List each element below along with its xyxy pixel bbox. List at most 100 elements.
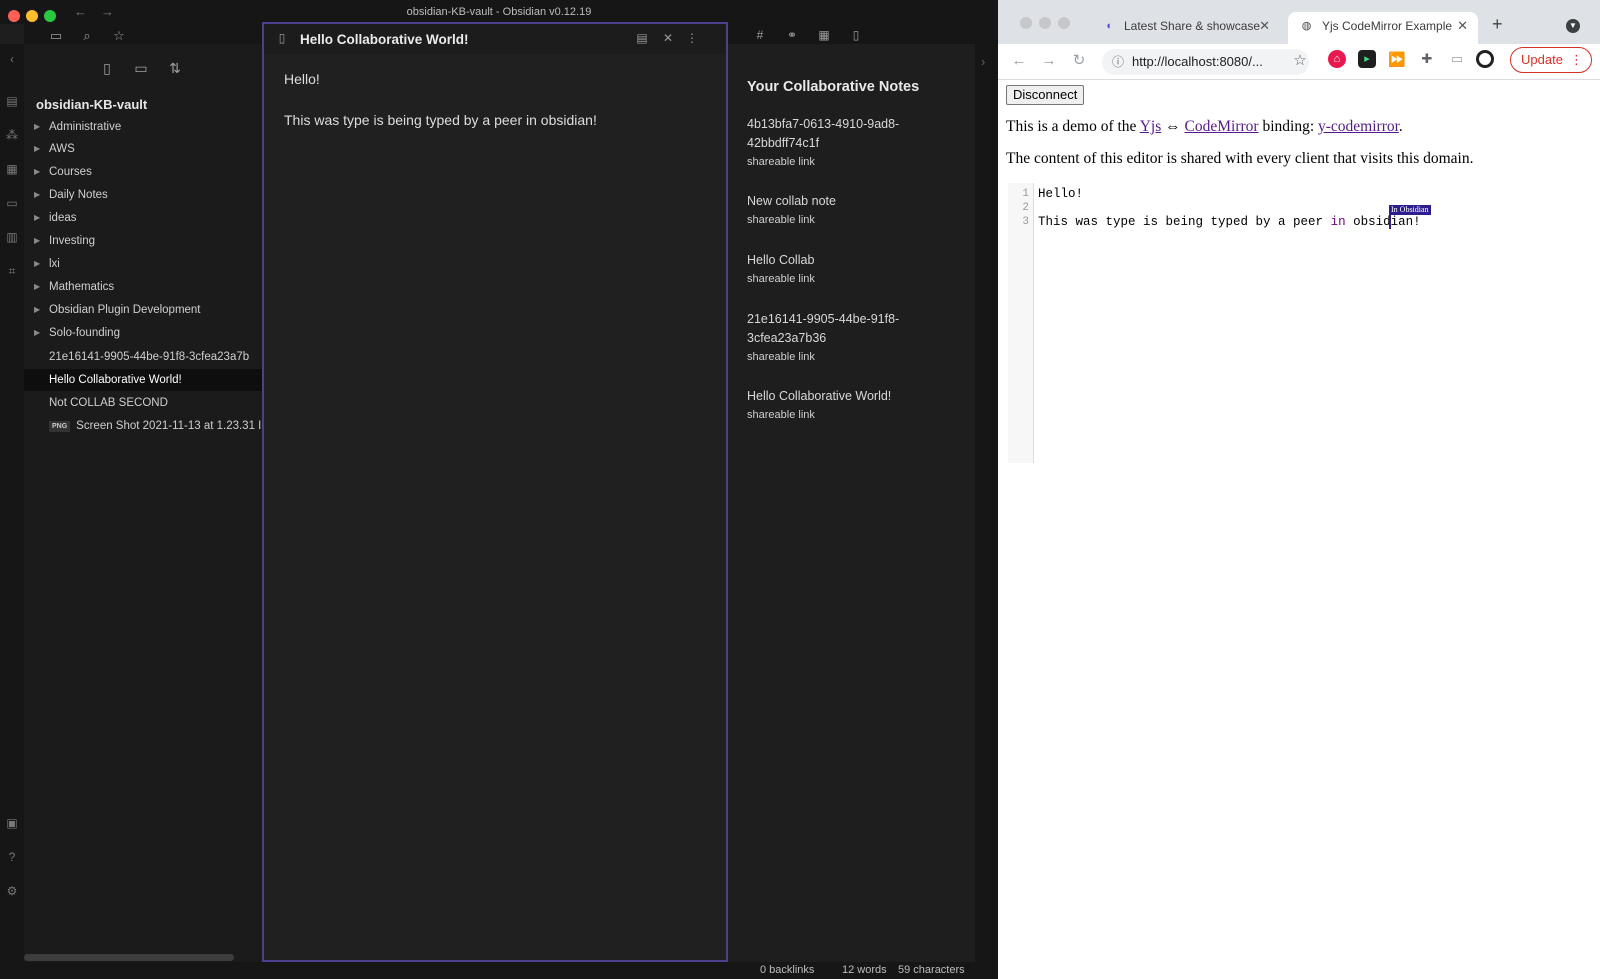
cast-icon[interactable]: ▭ (1448, 50, 1466, 68)
file-item[interactable]: PNG Screen Shot 2021-11-13 at 1.23.31 I (24, 415, 262, 437)
close-tab-icon[interactable]: ✕ (1457, 12, 1468, 40)
new-note-icon[interactable]: ▯ (98, 60, 116, 78)
codemirror-editor[interactable]: 1 2 3 Hello! This was type is being type… (1008, 183, 1588, 463)
calendar-icon[interactable]: ▦ (816, 28, 832, 44)
extension-green-icon[interactable]: ▸ (1358, 50, 1376, 68)
site-info-icon[interactable]: ⓘ (1112, 49, 1124, 75)
file-item-active[interactable]: Hello Collaborative World! (24, 369, 262, 391)
kanban-icon[interactable]: ▥ (5, 230, 19, 244)
collab-note-title[interactable]: 21e16141-9905-44be-91f8-3cfea23a7b36 (747, 310, 967, 348)
file-item[interactable]: Not COLLAB SECOND (24, 392, 262, 414)
new-folder-icon[interactable]: ▭ (132, 60, 150, 78)
open-vault-icon[interactable]: ▣ (5, 816, 19, 830)
close-tab-icon[interactable]: ✕ (1259, 12, 1270, 40)
folder-label: ideas (49, 212, 77, 224)
search-icon[interactable]: ⌕ (79, 28, 95, 44)
line-number: 1 (1022, 188, 1029, 200)
shareable-link[interactable]: shareable link (747, 214, 815, 226)
update-button[interactable]: Update ⋮ (1510, 47, 1592, 73)
folder-label: Investing (49, 235, 96, 247)
collab-notes-icon[interactable]: ▯ (848, 28, 864, 44)
obsidian-window: ←→ obsidian-KB-vault - Obsidian v0.12.19… (0, 0, 998, 979)
file-label: Hello Collaborative World! (49, 374, 182, 386)
codemirror-link[interactable]: CodeMirror (1185, 118, 1259, 135)
collapse-sidebar-icon[interactable]: ‹ (5, 52, 19, 66)
folder-label: Obsidian Plugin Development (49, 304, 201, 316)
collab-note-title[interactable]: Hello Collaborative World! (747, 387, 967, 406)
code-line[interactable]: Hello! (1038, 187, 1083, 201)
tab-search-icon[interactable]: ▼ (1566, 19, 1580, 33)
bookmark-star-icon[interactable]: ☆ (1291, 52, 1309, 70)
forward-icon[interactable]: → (1040, 52, 1058, 70)
yjs-link[interactable]: Yjs (1140, 118, 1162, 135)
caret-right-icon: ▶ (34, 328, 41, 337)
collapse-right-sidebar-icon[interactable]: › (981, 54, 985, 69)
folder-item[interactable]: ▶ Daily Notes (24, 184, 262, 206)
settings-gear-icon[interactable]: ⚙ (5, 884, 19, 898)
shareable-link[interactable]: shareable link (747, 156, 815, 168)
file-label: 21e16141-9905-44be-91f8-3cfea23a7b (49, 351, 250, 363)
collab-note-title[interactable]: New collab note (747, 192, 967, 211)
plugin-icon[interactable]: ⌗ (5, 264, 19, 278)
folder-label: Administrative (49, 121, 122, 133)
tab-yjs-codemirror[interactable]: ◍ Yjs CodeMirror Example ✕ (1288, 12, 1478, 44)
folder-item[interactable]: ▶ Investing (24, 230, 262, 252)
shareable-link[interactable]: shareable link (747, 409, 815, 421)
editor-line[interactable]: Hello! (284, 71, 320, 87)
folder-item[interactable]: ▶ Mathematics (24, 276, 262, 298)
update-label: Update (1521, 52, 1563, 67)
collab-note-title[interactable]: Hello Collab (747, 251, 967, 270)
shareable-link[interactable]: shareable link (747, 351, 815, 363)
folder-item[interactable]: ▶ Solo-founding (24, 322, 262, 344)
sort-icon[interactable]: ⇅ (166, 60, 184, 78)
character-count: 59 characters (898, 964, 965, 976)
reading-view-icon[interactable]: ▤ (634, 31, 650, 47)
profile-avatar-icon[interactable] (1476, 50, 1494, 68)
explorer-scrollbar[interactable] (24, 954, 234, 961)
collab-note-title[interactable]: 4b13bfa7-0613-4910-9ad8-42bbdff74c1f (747, 115, 967, 153)
folder-item[interactable]: ▶ ideas (24, 207, 262, 229)
note-editor[interactable]: ▯ Hello Collaborative World! ▤ ✕ ⋮ Hello… (262, 22, 728, 962)
daily-note-icon[interactable]: ▦ (5, 162, 19, 176)
templates-icon[interactable]: ▭ (5, 196, 19, 210)
extension-forward-icon[interactable]: ⏩ (1388, 50, 1406, 68)
extensions-puzzle-icon[interactable]: ✚ (1418, 50, 1436, 68)
chrome-menu-icon[interactable]: ⋮ (1570, 48, 1583, 72)
folder-item[interactable]: ▶ Courses (24, 161, 262, 183)
caret-right-icon: ▶ (34, 213, 41, 222)
outgoing-links-icon[interactable]: ⚭ (784, 28, 800, 44)
maximize-window-button[interactable] (1058, 17, 1070, 29)
help-icon[interactable]: ? (5, 850, 19, 864)
disconnect-button[interactable]: Disconnect (1006, 85, 1085, 105)
star-icon[interactable]: ☆ (111, 28, 127, 44)
y-codemirror-link[interactable]: y-codemirror (1318, 118, 1399, 135)
address-bar[interactable]: ⓘ http://localhost:8080/... (1102, 49, 1309, 75)
tab-latest-share[interactable]: ◖ Latest Share & showcase ✕ (1090, 12, 1280, 44)
close-window-button[interactable] (1020, 17, 1032, 29)
note-title[interactable]: Hello Collaborative World! (300, 32, 469, 47)
file-item[interactable]: 21e16141-9905-44be-91f8-3cfea23a7b (24, 346, 262, 368)
web-page: Disconnect This is a demo of the Yjs ⇔ C… (998, 81, 1600, 979)
folder-item[interactable]: ▶ Administrative (24, 116, 262, 138)
editor-line[interactable]: This was type is being typed by a peer i… (284, 112, 597, 128)
shareable-link[interactable]: shareable link (747, 273, 815, 285)
quick-switcher-icon[interactable]: ▤ (5, 94, 19, 108)
new-tab-icon[interactable]: + (1492, 14, 1503, 35)
vault-name: obsidian-KB-vault (36, 97, 148, 112)
caret-right-icon: ▶ (34, 190, 41, 199)
reload-icon[interactable]: ↻ (1070, 52, 1088, 70)
more-options-icon[interactable]: ⋮ (684, 31, 700, 47)
tag-icon[interactable]: # (752, 28, 768, 44)
back-icon[interactable]: ← (1010, 52, 1028, 70)
minimize-window-button[interactable] (1039, 17, 1051, 29)
extension-red-icon[interactable]: ⌂ (1328, 50, 1346, 68)
folder-label: Daily Notes (49, 189, 108, 201)
left-ribbon: ‹ ▤ ⁂ ▦ ▭ ▥ ⌗ ▣ ? ⚙ (0, 44, 24, 966)
folder-item[interactable]: ▶ lxi (24, 253, 262, 275)
graph-view-icon[interactable]: ⁂ (5, 128, 19, 142)
folder-item[interactable]: ▶ AWS (24, 138, 262, 160)
folder-item[interactable]: ▶ Obsidian Plugin Development (24, 299, 262, 321)
folder-icon[interactable]: ▭ (48, 28, 64, 44)
close-icon[interactable]: ✕ (660, 31, 676, 47)
code-line[interactable]: This was type is being typed by a peer i… (1038, 215, 1421, 229)
